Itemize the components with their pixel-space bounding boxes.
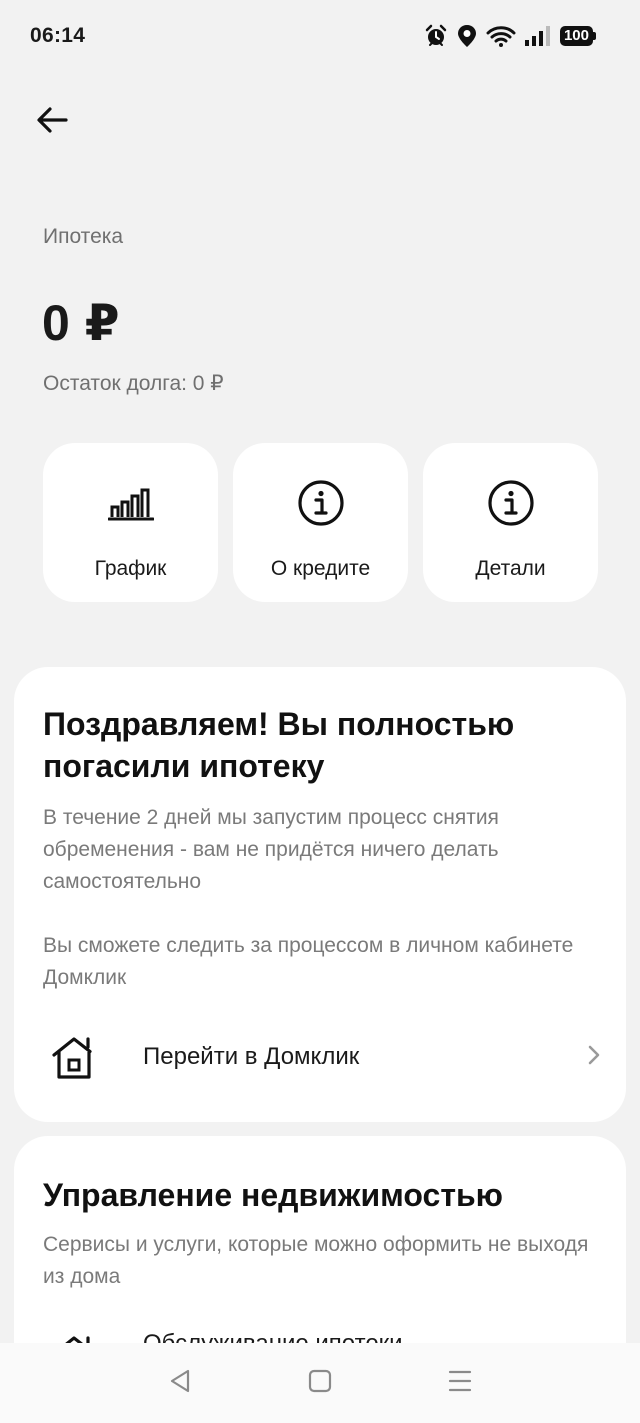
nav-menu-button[interactable] <box>430 1353 490 1413</box>
product-label: Ипотека <box>43 225 124 248</box>
chart-icon <box>107 479 154 527</box>
chevron-right-icon <box>588 1045 600 1070</box>
action-buttons: График О кредите Детали <box>43 443 598 602</box>
back-button[interactable] <box>30 100 74 144</box>
location-icon <box>456 24 478 48</box>
menu-lines-icon <box>448 1369 472 1398</box>
property-management-text: Сервисы и услуги, которые можно оформить… <box>43 1233 589 1288</box>
schedule-label: График <box>94 557 167 580</box>
domclick-link[interactable]: Перейти в Домклик <box>14 1017 626 1097</box>
info-icon <box>297 479 345 527</box>
about-credit-label: О кредите <box>270 557 371 580</box>
back-triangle-icon <box>168 1368 192 1399</box>
about-credit-button[interactable]: О кредите <box>233 443 408 602</box>
debt-left: Остаток долга: 0 ₽ <box>43 372 224 395</box>
system-nav-bar <box>0 1343 640 1423</box>
status-bar: 06:14 100 <box>0 0 640 72</box>
details-label: Детали <box>475 557 546 580</box>
nav-back-button[interactable] <box>150 1353 210 1413</box>
congrats-text: В течение 2 дней мы запустим процесс сня… <box>43 806 499 893</box>
wifi-icon <box>486 24 516 48</box>
info-icon <box>487 479 535 527</box>
schedule-button[interactable]: График <box>43 443 218 602</box>
signal-icon <box>524 24 552 48</box>
battery-level: 100 <box>559 26 593 46</box>
arrow-left-icon <box>36 106 68 139</box>
property-management-title: Управление недвижимостью <box>43 1177 503 1213</box>
alarm-icon <box>424 24 448 48</box>
congrats-card: Поздравляем! Вы полностью погасили ипоте… <box>14 667 626 1122</box>
house-icon <box>50 1033 98 1086</box>
battery-icon: 100 <box>559 26 596 46</box>
nav-home-button[interactable] <box>290 1353 350 1413</box>
tracking-text: Вы сможете следить за процессом в личном… <box>43 934 574 989</box>
status-icons: 100 <box>424 24 596 48</box>
home-square-icon <box>308 1369 332 1398</box>
domclick-link-label: Перейти в Домклик <box>143 1043 360 1070</box>
balance-amount: 0 ₽ <box>42 295 120 351</box>
status-time: 06:14 <box>30 24 86 47</box>
congrats-title: Поздравляем! Вы полностью погасили ипоте… <box>43 706 515 784</box>
details-button[interactable]: Детали <box>423 443 598 602</box>
